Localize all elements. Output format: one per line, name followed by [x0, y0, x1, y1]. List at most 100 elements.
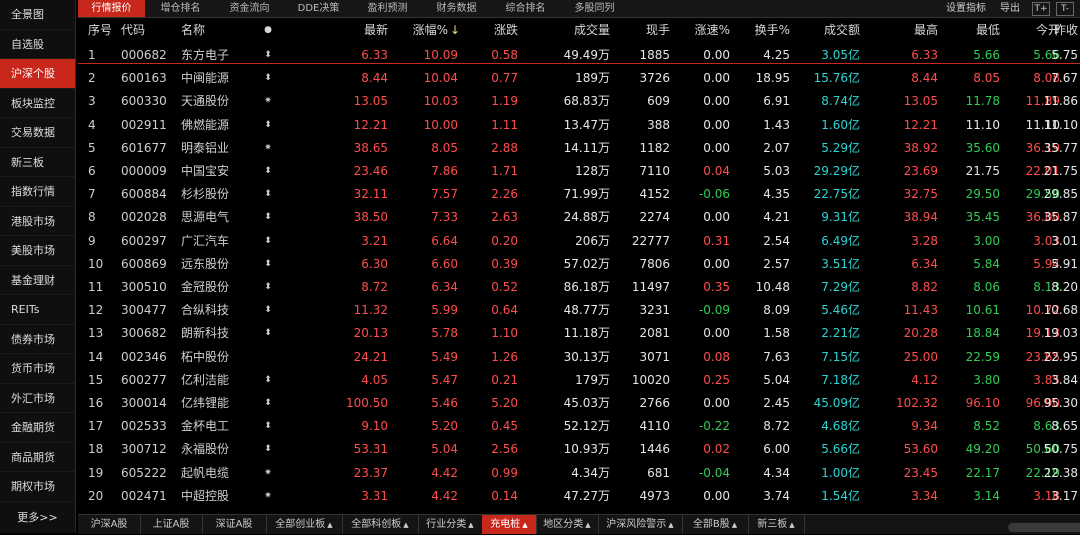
sidebar-item[interactable]: 全景图: [0, 0, 75, 30]
bottom-tab-label: 新三板: [757, 519, 788, 530]
top-tab[interactable]: 盈利预测: [354, 0, 421, 17]
top-tab[interactable]: 增仓排名: [147, 0, 214, 17]
col-latest-header[interactable]: 最新: [364, 21, 388, 39]
market-sidebar: 全景图 自选股 沪深个股 板块监控 交易数据 新三板 指数行情 港股市场 美股市场 基金理财 REI…: [0, 0, 76, 533]
bottom-tab[interactable]: 充电桩 ▲: [482, 515, 537, 534]
table-row[interactable]: 2 600163 中闽能源 ⬍ 8.44 10.04 0.77 189万 3726 0.00 18.…: [78, 67, 1080, 90]
col-volume-cell: 128万: [575, 164, 610, 178]
sidebar-item[interactable]: 沪深个股: [0, 59, 75, 89]
table-row[interactable]: 19 605222 起帆电缆 ✷ 23.37 4.42 0.99 4.34万 681 -0.04 4…: [78, 462, 1080, 485]
table-row[interactable]: 11 300510 金冠股份 ⬍ 8.72 6.34 0.52 86.18万 11497 0.35…: [78, 276, 1080, 299]
col-marker-header-dot-icon[interactable]: ●: [262, 21, 274, 39]
col-prev-close-header[interactable]: 昨收: [1054, 21, 1078, 39]
table-row[interactable]: 17 002533 金杯电工 ⬍ 9.10 5.20 0.45 52.12万 4110 -0.22…: [78, 415, 1080, 438]
sidebar-item[interactable]: 期权市场: [0, 472, 75, 502]
table-row[interactable]: 6 000009 中国宝安 ⬍ 23.46 7.86 1.71 128万 7110 0.04 5.0…: [78, 160, 1080, 183]
settings-indicator-button[interactable]: 设置指标: [946, 0, 986, 17]
top-tab[interactable]: 行情报价: [78, 0, 145, 17]
col-high-header[interactable]: 最高: [914, 21, 938, 39]
col-turnover-header[interactable]: 换手%: [755, 21, 790, 39]
col-latest-cell: 100.50: [346, 396, 388, 410]
table-row[interactable]: 16 300014 亿纬锂能 ⬍ 100.50 5.46 5.20 45.03万 2766 0.0…: [78, 392, 1080, 415]
bottom-tab[interactable]: 沪深A股: [78, 515, 141, 534]
sidebar-item[interactable]: 港股市场: [0, 207, 75, 236]
col-change-cell: 1.10: [491, 326, 518, 341]
bottom-tab[interactable]: 全部创业板 ▲: [266, 515, 343, 534]
table-row[interactable]: 8 002028 思源电气 ⬍ 38.50 7.33 2.63 24.88万 2274 0.00 4…: [78, 206, 1080, 229]
col-last-lot-cell: 3726: [639, 71, 670, 86]
table-row[interactable]: 10 600869 远东股份 ⬍ 6.30 6.60 0.39 57.02万 7806 0.00 2…: [78, 253, 1080, 276]
col-high-cell: 6.33: [911, 48, 938, 62]
col-index-header[interactable]: 序号: [88, 21, 112, 39]
sidebar-more-link[interactable]: 更多>>: [0, 509, 75, 525]
caret-up-icon: ▲: [403, 521, 409, 529]
sidebar-item[interactable]: 自选股: [0, 30, 75, 59]
bottom-tab[interactable]: 行业分类 ▲: [418, 515, 483, 534]
bottom-tab[interactable]: 上证A股: [140, 515, 203, 534]
bottom-tab[interactable]: 新三板 ▲: [748, 515, 805, 534]
table-row[interactable]: 4 002911 佛燃能源 ⬍ 12.21 10.00 1.11 13.47万 388 0.00 1…: [78, 114, 1080, 137]
table-row[interactable]: 12 300477 合纵科技 ⬍ 11.32 5.99 0.64 48.77万 3231 -0.0…: [78, 299, 1080, 322]
top-tab[interactable]: DDE决策: [285, 0, 352, 17]
col-high-cell: 38.92: [903, 140, 938, 155]
col-prev-close-cell: 29.85: [1043, 187, 1078, 202]
table-row[interactable]: 14 002346 柘中股份 24.21 5.49 1.26 30.13万 3071 0.08 7…: [78, 346, 1080, 369]
table-row[interactable]: 18 300712 永福股份 ⬍ 53.31 5.04 2.56 10.93万 1446 0.02…: [78, 438, 1080, 461]
table-row[interactable]: 1 000682 东方电子 ⬍ 6.33 10.09 0.58 49.49万 1885 0.00 4…: [78, 44, 1080, 67]
font-decrease-button[interactable]: T-: [1056, 2, 1074, 16]
col-name-header[interactable]: 名称: [181, 21, 205, 39]
col-volume-header[interactable]: 成交量: [574, 21, 610, 39]
table-row[interactable]: 3 600330 天通股份 ✷ 13.05 10.03 1.19 68.83万 609 0.00 6…: [78, 90, 1080, 113]
sidebar-item[interactable]: 板块监控: [0, 89, 75, 118]
col-code-header[interactable]: 代码: [121, 21, 145, 39]
sort-desc-arrow-icon[interactable]: ↓: [450, 21, 460, 39]
col-volume-cell: 30.13万: [563, 349, 610, 364]
bottom-tab[interactable]: 深证A股: [202, 515, 267, 534]
bottom-tab[interactable]: 全部科创板 ▲: [342, 515, 419, 534]
col-volume-cell: 4.34万: [571, 465, 610, 480]
top-tab[interactable]: 综合排名: [492, 0, 559, 17]
col-change-header[interactable]: 涨跌: [494, 21, 518, 39]
col-marker-cell: ⬍: [264, 398, 272, 408]
col-turnover-cell: 2.54: [763, 233, 790, 248]
col-change-pct-header[interactable]: 涨幅%: [413, 21, 448, 39]
top-tab[interactable]: 资金流向: [216, 0, 283, 17]
sidebar-item[interactable]: 商品期货: [0, 443, 75, 472]
table-row[interactable]: 9 600297 广汇汽车 ⬍ 3.21 6.64 0.20 206万 22777 0.31 2.5…: [78, 230, 1080, 253]
sidebar-item[interactable]: 指数行情: [0, 177, 75, 207]
table-row[interactable]: 13 300682 朗新科技 ⬍ 20.13 5.78 1.10 11.18万 2081 0.00…: [78, 322, 1080, 345]
table-row[interactable]: 7 600884 杉杉股份 ⬍ 32.11 7.57 2.26 71.99万 4152 -0.06…: [78, 183, 1080, 206]
col-low-header[interactable]: 最低: [976, 21, 1000, 39]
col-prev-close-cell: 11.10: [1043, 117, 1078, 132]
top-tab[interactable]: 多股同列: [561, 0, 628, 17]
col-index-cell: 8: [88, 210, 96, 225]
col-amount-header[interactable]: 成交额: [824, 21, 860, 39]
sidebar-item[interactable]: REITs: [0, 295, 75, 325]
table-row[interactable]: 15 600277 亿利洁能 ⬍ 4.05 5.47 0.21 179万 10020 0.25 5.…: [78, 369, 1080, 392]
col-last-lot-header[interactable]: 现手: [646, 21, 670, 39]
col-prev-close-cell: 35.77: [1043, 140, 1078, 155]
sidebar-item[interactable]: 美股市场: [0, 236, 75, 266]
col-low-cell: 11.78: [965, 94, 1000, 109]
table-row[interactable]: 5 601677 明泰铝业 ✷ 38.65 8.05 2.88 14.11万 1182 0.00 2…: [78, 137, 1080, 160]
sidebar-item[interactable]: 金融期货: [0, 413, 75, 443]
bottom-tab[interactable]: 沪深风险警示 ▲: [598, 515, 683, 534]
col-prev-close-cell: 22.95: [1043, 349, 1078, 364]
col-high-cell: 23.69: [903, 164, 938, 178]
top-tab[interactable]: 财务数据: [423, 0, 490, 17]
bottom-tab[interactable]: 地区分类 ▲: [536, 515, 599, 534]
sidebar-item[interactable]: 交易数据: [0, 118, 75, 148]
sidebar-item[interactable]: 新三板: [0, 148, 75, 177]
bottom-tab[interactable]: 全部B股 ▲: [682, 515, 749, 534]
sidebar-item[interactable]: 债券市场: [0, 325, 75, 354]
export-button[interactable]: 导出: [1000, 0, 1020, 17]
sidebar-item[interactable]: 货币市场: [0, 354, 75, 384]
sidebar-item[interactable]: 外汇市场: [0, 384, 75, 413]
sidebar-item[interactable]: 基金理财: [0, 266, 75, 295]
col-speed-header[interactable]: 涨速%: [695, 21, 730, 39]
table-row[interactable]: 20 002471 中超控股 ✷ 3.31 4.42 0.14 47.27万 4973 0.00 3…: [78, 485, 1080, 508]
font-increase-button[interactable]: T+: [1032, 2, 1050, 16]
col-amount-cell: 1.54亿: [821, 488, 860, 503]
col-high-cell: 102.32: [896, 396, 938, 410]
horizontal-scroll-thumb[interactable]: [1008, 523, 1080, 532]
